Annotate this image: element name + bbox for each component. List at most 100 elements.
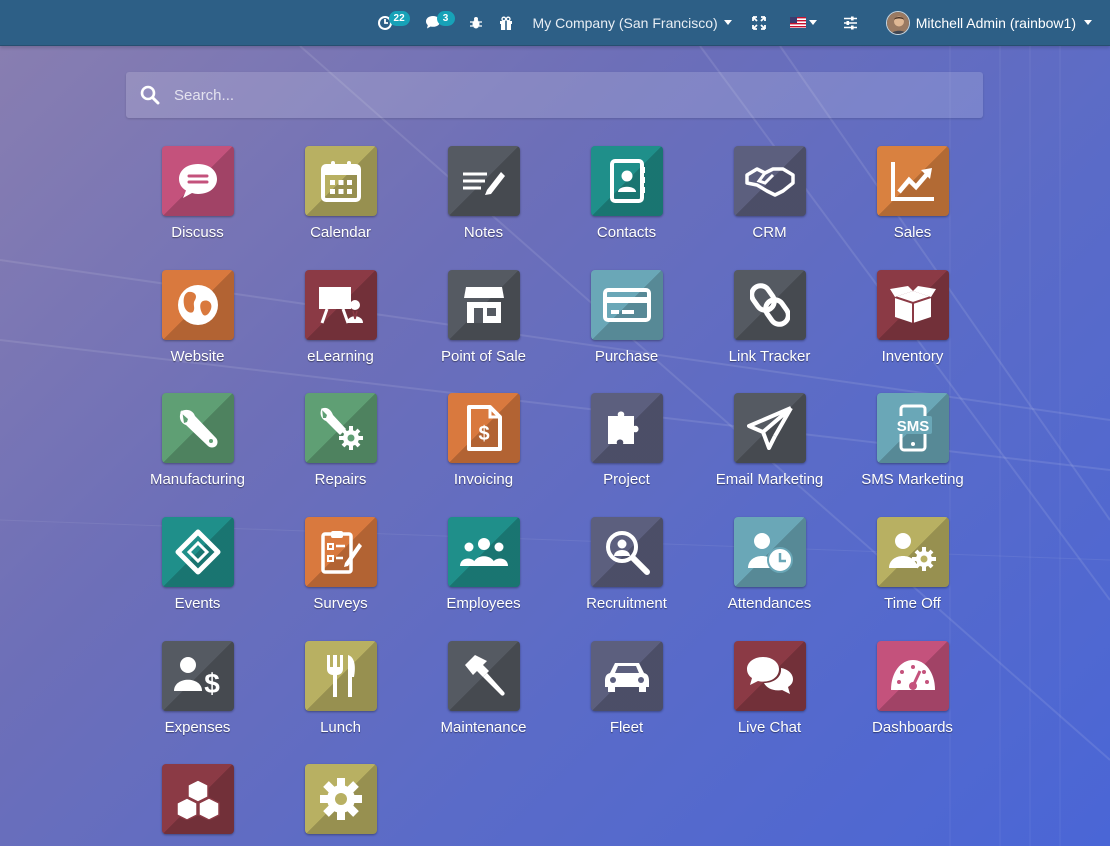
app-contacts[interactable]: Contacts [555, 146, 698, 264]
app-tile [161, 393, 234, 463]
app-elearning[interactable]: eLearning [269, 270, 412, 388]
app-repairs[interactable]: Repairs [269, 393, 412, 511]
us-flag-icon [789, 17, 806, 28]
globe-icon [177, 285, 218, 325]
app-maintenance[interactable]: Maintenance [412, 641, 555, 759]
app-label: Repairs [314, 471, 367, 488]
app-link-tracker[interactable]: Link Tracker [698, 270, 841, 388]
shop-icon [463, 287, 504, 323]
app-point-of-sale[interactable]: Point of Sale [412, 270, 555, 388]
app-website[interactable]: Website [126, 270, 269, 388]
people-group-icon [459, 538, 508, 566]
user-menu[interactable]: Mitchell Admin (rainbow1) [872, 0, 1110, 46]
app-dashboards[interactable]: Dashboards [841, 641, 984, 759]
app-tile [733, 393, 806, 463]
app-purchase[interactable]: Purchase [555, 270, 698, 388]
app-attendances[interactable]: Attendances [698, 517, 841, 635]
activity-badge: 22 [388, 10, 410, 26]
app-tile [304, 393, 377, 463]
app-calendar[interactable]: Calendar [269, 146, 412, 264]
app-employees[interactable]: Employees [412, 517, 555, 635]
app-tile [876, 517, 949, 587]
app-tile [304, 764, 377, 834]
app-lunch[interactable]: Lunch [269, 641, 412, 759]
messages-menu[interactable]: 3 [417, 0, 461, 46]
app-tile [876, 641, 949, 711]
gift-icon [499, 16, 512, 30]
app-manufacturing[interactable]: Manufacturing [126, 393, 269, 511]
user-gear-icon [888, 533, 936, 571]
app-label: Email Marketing [715, 471, 824, 488]
app-cubes[interactable] [126, 764, 269, 846]
fork-knife-icon [326, 655, 355, 697]
app-tile [733, 270, 806, 340]
user-name: Mitchell Admin (rainbow1) [915, 14, 1076, 31]
app-events[interactable]: Events [126, 517, 269, 635]
app-label: Website [170, 348, 225, 365]
app-recruitment[interactable]: Recruitment [555, 517, 698, 635]
app-expenses[interactable]: $ Expenses [126, 641, 269, 759]
credit-card-icon [602, 288, 651, 322]
app-tile [304, 517, 377, 587]
app-label: Contacts [596, 224, 657, 241]
app-tile [161, 270, 234, 340]
search-input[interactable] [174, 86, 934, 104]
app-label: Fleet [609, 719, 644, 736]
language-switcher[interactable] [778, 0, 829, 46]
app-notes[interactable]: Notes [412, 146, 555, 264]
app-invoicing[interactable]: $ Invoicing [412, 393, 555, 511]
app-label: Surveys [313, 595, 368, 612]
app-label: Attendances [727, 595, 812, 612]
top-navbar: 22 3 My Company (San Francisco) Mitchell… [0, 0, 1110, 46]
app-discuss[interactable]: Discuss [126, 146, 269, 264]
gauge-icon [890, 660, 935, 690]
company-name: My Company (San Francisco) [532, 14, 718, 31]
app-tile [590, 393, 663, 463]
cubes-icon [175, 779, 220, 820]
app-crm[interactable]: CRM [698, 146, 841, 264]
company-switcher[interactable]: My Company (San Francisco) [521, 0, 740, 46]
app-tile [161, 146, 234, 216]
app-label: Dashboards [872, 719, 953, 736]
app-tile [590, 641, 663, 711]
app-label: Point of Sale [440, 348, 527, 365]
app-settings[interactable] [269, 764, 412, 846]
app-tile: SMS [876, 393, 949, 463]
app-tile [447, 517, 520, 587]
calendar-icon [320, 161, 361, 202]
app-fleet[interactable]: Fleet [555, 641, 698, 759]
app-label: Calendar [310, 224, 371, 241]
app-sms-marketing[interactable]: SMS SMS Marketing [841, 393, 984, 511]
app-label: Events [174, 595, 221, 612]
app-surveys[interactable]: Surveys [269, 517, 412, 635]
app-tile: $ [161, 641, 234, 711]
app-project[interactable]: Project [555, 393, 698, 511]
app-time-off[interactable]: Time Off [841, 517, 984, 635]
app-tile [590, 146, 663, 216]
debug-menu[interactable] [461, 0, 491, 46]
gift-menu[interactable] [491, 0, 521, 46]
activity-menu[interactable]: 22 [369, 0, 417, 46]
notes-icon [462, 172, 505, 195]
app-label: Notes [463, 224, 504, 241]
fullscreen-toggle[interactable] [740, 0, 778, 46]
app-label: CRM [752, 224, 787, 241]
app-label: Time Off [884, 595, 941, 612]
app-tile [304, 641, 377, 711]
app-inventory[interactable]: Inventory [841, 270, 984, 388]
svg-text:$: $ [478, 423, 489, 445]
app-email-marketing[interactable]: Email Marketing [698, 393, 841, 511]
clipboard-check-icon [320, 531, 362, 574]
chevron-down-icon [808, 20, 817, 25]
app-tile [447, 641, 520, 711]
search-icon [140, 85, 160, 105]
app-live-chat[interactable]: Live Chat [698, 641, 841, 759]
app-label: Employees [446, 595, 521, 612]
chevron-down-icon [723, 20, 732, 25]
handshake-icon [744, 167, 795, 197]
app-label: Live Chat [737, 719, 802, 736]
app-tile [876, 270, 949, 340]
app-tile [733, 146, 806, 216]
settings-shortcut[interactable] [829, 0, 872, 46]
app-sales[interactable]: Sales [841, 146, 984, 264]
